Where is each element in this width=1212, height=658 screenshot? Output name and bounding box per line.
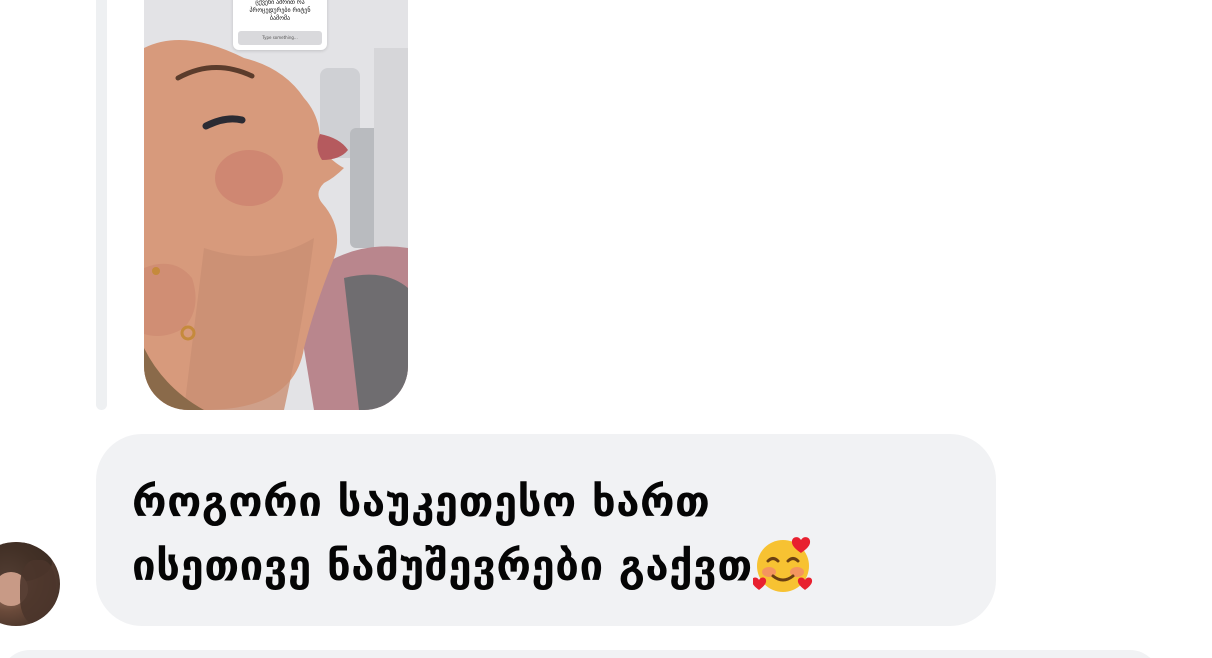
message-text: როგორი საუკეთესო ხართ ისეთივე ნამუშევრებ…	[132, 470, 966, 598]
story-photo	[144, 0, 408, 410]
smiling-face-with-hearts-icon	[751, 534, 815, 594]
story-reply-image[interactable]: ცქვენი ამრით რა პროცედურები რიტენ ბამომა…	[144, 0, 408, 410]
conversation-view: ცქვენი ამრით რა პროცედურები რიტენ ბამომა…	[0, 0, 1212, 658]
story-question-sticker: ცქვენი ამრით რა პროცედურები რიტენ ბამომა…	[233, 0, 327, 50]
message-line-2-row: ისეთივე ნამუშევრები გაქვთ	[132, 534, 966, 598]
message-line-2: ისეთივე ნამუშევრები გაქვთ	[132, 541, 753, 590]
reply-indicator-bar	[96, 0, 107, 410]
message-bubble[interactable]: როგორი საუკეთესო ხართ ისეთივე ნამუშევრებ…	[96, 434, 996, 626]
message-line-1: როგორი საუკეთესო ხართ	[132, 477, 711, 526]
sender-avatar[interactable]	[0, 542, 60, 626]
next-message-bubble	[0, 650, 1160, 658]
question-sticker-text: ცქვენი ამრით რა პროცედურები რიტენ ბამომა	[249, 0, 311, 22]
question-sticker-input: Type something...	[238, 31, 322, 45]
